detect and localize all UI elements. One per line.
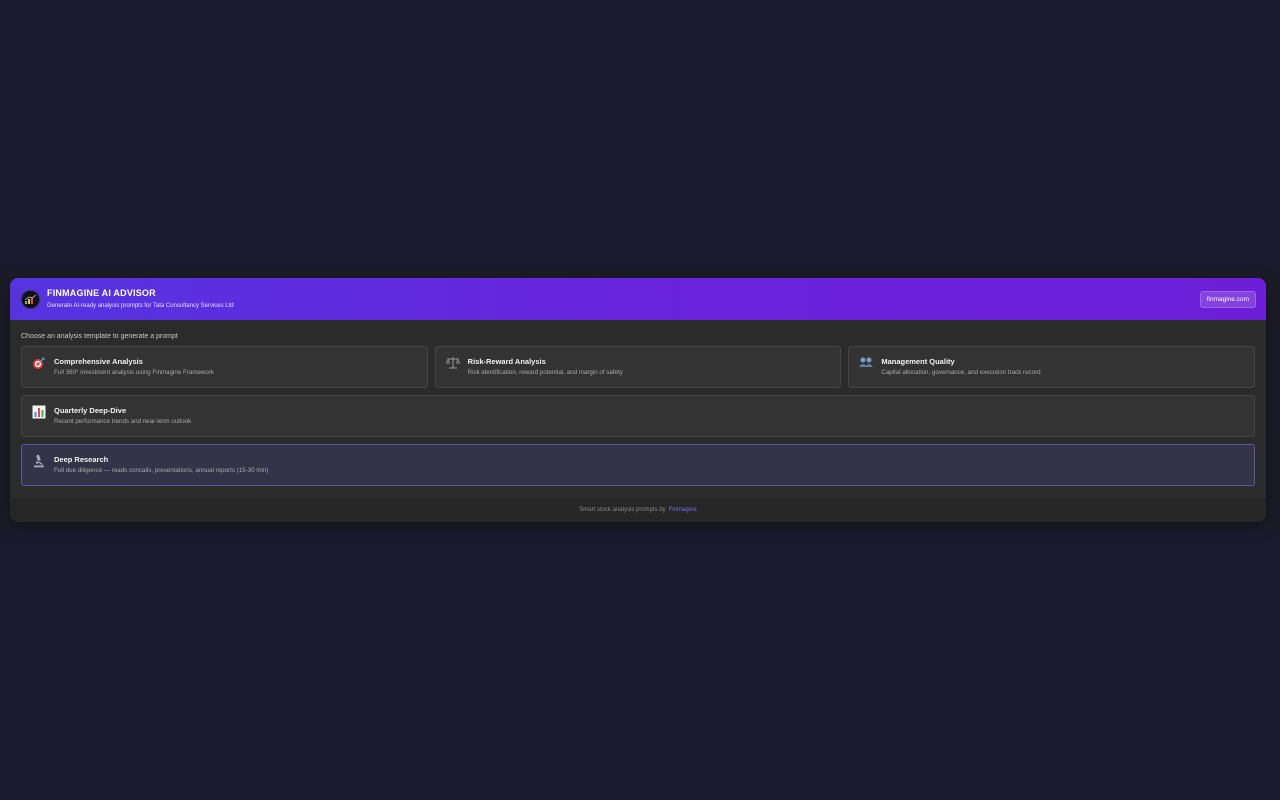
card-description: Risk identification, reward potential, a… xyxy=(467,369,623,376)
panel-footer: Smart stock analysis prompts by Finmagin… xyxy=(10,498,1266,522)
card-description: Capital allocation, governance, and exec… xyxy=(881,369,1041,376)
website-link-button[interactable]: finmagine.com xyxy=(1199,290,1256,308)
microscope-icon xyxy=(31,454,47,470)
template-card-comprehensive[interactable]: Comprehensive Analysis Full 360° investm… xyxy=(21,346,428,388)
app-subtitle: Generate AI-ready analysis prompts for T… xyxy=(47,303,234,309)
finmagine-logo xyxy=(21,289,40,309)
footer-link-finmagine[interactable]: Finmagine xyxy=(669,507,697,513)
panel-body: Choose an analysis template to generate … xyxy=(10,320,1266,498)
template-card-management[interactable]: Management Quality Capital allocation, g… xyxy=(848,346,1256,388)
template-card-risk-reward[interactable]: Risk-Reward Analysis Risk identification… xyxy=(434,346,842,388)
panel-header: FINMAGINE AI ADVISOR Generate AI-ready a… xyxy=(10,278,1266,320)
card-description: Recent performance trends and near-term … xyxy=(54,418,192,425)
card-title: Comprehensive Analysis xyxy=(54,357,143,366)
card-description: Full 360° investment analysis using Finm… xyxy=(54,369,214,376)
footer-text: Smart stock analysis prompts by xyxy=(579,507,666,513)
card-title: Risk-Reward Analysis xyxy=(467,357,546,366)
template-card-quarterly[interactable]: Quarterly Deep-Dive Recent performance t… xyxy=(21,395,1255,437)
instruction-text: Choose an analysis template to generate … xyxy=(21,333,178,340)
card-title: Quarterly Deep-Dive xyxy=(54,406,127,415)
card-description: Full due diligence — reads concalls, pre… xyxy=(54,467,269,474)
people-icon xyxy=(858,356,874,372)
target-icon xyxy=(31,356,47,372)
advisor-panel: FINMAGINE AI ADVISOR Generate AI-ready a… xyxy=(10,278,1266,522)
scales-icon xyxy=(445,356,461,372)
card-title: Management Quality xyxy=(881,357,955,366)
template-card-deep-research[interactable]: Deep Research Full due diligence — reads… xyxy=(21,444,1255,486)
app-title: FINMAGINE AI ADVISOR xyxy=(47,288,156,298)
bar-chart-icon xyxy=(31,405,47,421)
card-title: Deep Research xyxy=(54,455,109,464)
